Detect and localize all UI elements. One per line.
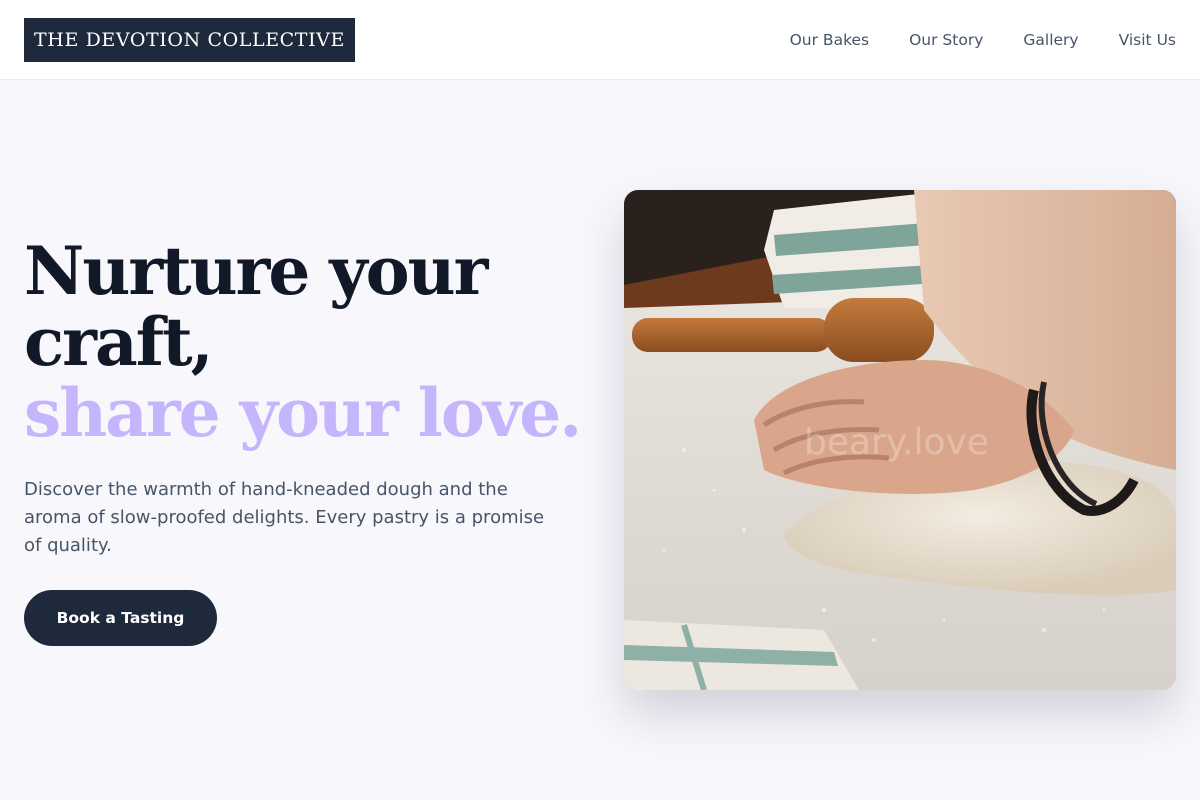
top-navbar: THE DEVOTION COLLECTIVE Our Bakes Our St… bbox=[0, 0, 1200, 80]
nav-link-our-bakes[interactable]: Our Bakes bbox=[790, 31, 870, 49]
headline-line-1: Nurture your bbox=[24, 232, 488, 310]
towel-bottom bbox=[624, 620, 859, 690]
headline-line-2: craft, bbox=[24, 303, 214, 381]
hero-headline: Nurture your craft, share your love. bbox=[24, 236, 604, 449]
book-tasting-button[interactable]: Book a Tasting bbox=[24, 590, 217, 646]
hero-description: Discover the warmth of hand-kneaded doug… bbox=[24, 479, 545, 556]
nav-link-our-story[interactable]: Our Story bbox=[909, 31, 983, 49]
nav-links: Our Bakes Our Story Gallery Visit Us bbox=[790, 0, 1176, 80]
brand-logo[interactable]: THE DEVOTION COLLECTIVE bbox=[24, 18, 355, 62]
headline-accent-line: share your love. bbox=[24, 374, 582, 452]
nav-link-gallery[interactable]: Gallery bbox=[1023, 31, 1078, 49]
hero-image: beary.love bbox=[624, 190, 1176, 690]
image-watermark: beary.love bbox=[804, 422, 989, 463]
nav-link-visit-us[interactable]: Visit Us bbox=[1119, 31, 1176, 49]
